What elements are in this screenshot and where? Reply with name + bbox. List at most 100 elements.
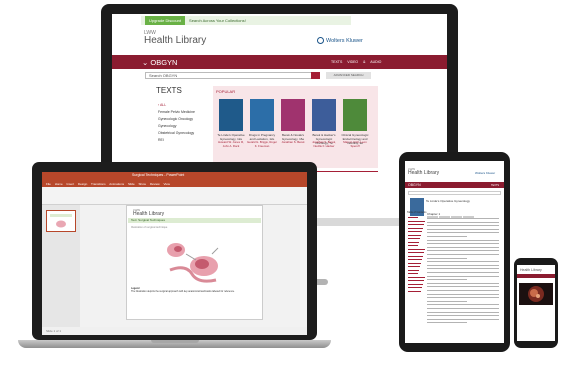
nav-texts[interactable]: TEXTS [331, 60, 342, 64]
section-title-text: OBGYN [150, 58, 178, 67]
tablet-toc-link[interactable] [408, 217, 418, 219]
tablet-toc-link[interactable] [408, 269, 419, 271]
tab-slide-show[interactable]: Slide Show [128, 182, 146, 186]
menu-item-gynecology[interactable]: Gynecology [158, 123, 195, 130]
tablet-text-line [427, 311, 499, 313]
category-menu: › ALL Female Pelvic Medicine Gynecologic… [158, 102, 195, 144]
tablet-toc-link[interactable] [408, 220, 425, 222]
tab-file[interactable]: File [46, 182, 51, 186]
search-input[interactable]: Search OBGYN [145, 72, 315, 79]
tablet-text-line [427, 315, 499, 317]
tablet-text-line [427, 239, 499, 241]
book-author-1: Howard W. Jones III, John A. Rock [218, 140, 244, 148]
tablet-text-line [427, 243, 499, 245]
tablet-toc-link[interactable] [408, 238, 420, 240]
tablet-toc-link[interactable] [408, 259, 422, 261]
section-title[interactable]: ⌄ OBGYN [142, 58, 177, 67]
tablet-book-tabs [427, 206, 487, 219]
phone-video-frame[interactable] [519, 283, 553, 305]
phone-site-logo[interactable]: Health Library [520, 268, 542, 272]
tablet-text-line [427, 300, 467, 302]
menu-item-label: ALL [159, 103, 167, 107]
tablet-toc-link[interactable] [408, 276, 425, 278]
tablet-screen: LWW Health Library Wolters Kluwer OBGYN … [405, 161, 504, 343]
search-button[interactable] [311, 72, 320, 84]
tablet-text-line [427, 264, 499, 266]
phone-section-bar [517, 274, 555, 278]
menu-item-obstetrical[interactable]: Obstetrical Gynecology [158, 130, 195, 137]
tablet-text-line [427, 261, 499, 263]
tablet-toc-link[interactable] [408, 273, 418, 275]
tablet-toc-link[interactable] [408, 287, 422, 289]
tablet-toc-link[interactable] [408, 227, 423, 229]
tab-review[interactable]: Review [150, 182, 160, 186]
book-cover-1[interactable] [219, 99, 243, 131]
book-cover-3[interactable] [281, 99, 305, 131]
tablet-book-title: Te Linde's Operative Gynecology [426, 199, 470, 203]
tablet-toc-link[interactable] [408, 252, 424, 254]
tablet-section-title[interactable]: OBGYN [408, 183, 421, 187]
slide-caption: Legend The illustration depicts the surg… [131, 287, 259, 293]
book-author-3: Jonathan S. Berek [281, 140, 305, 144]
menu-item-all[interactable]: › ALL [158, 102, 195, 109]
tablet-text-line [427, 254, 499, 255]
tablet-toc-link[interactable] [408, 290, 421, 292]
tablet-text-line [427, 225, 499, 227]
book-cover-2[interactable] [250, 99, 274, 131]
tablet-toc-link[interactable] [408, 248, 425, 250]
tablet-toc-link[interactable] [408, 266, 420, 268]
tablet-search-input[interactable] [408, 191, 501, 195]
tablet-text-line [427, 218, 499, 219]
advanced-search-button[interactable]: ADVANCED SEARCH [326, 72, 371, 79]
tablet-text-line [427, 322, 467, 324]
popular-label: POPULAR [216, 89, 236, 94]
search-icon [313, 79, 318, 84]
tab-view[interactable]: View [164, 182, 170, 186]
book-cover-5[interactable] [343, 99, 367, 131]
laptop-screen: Surgical Techniques - PowerPoint File Ho… [42, 172, 307, 335]
tab-home[interactable]: Home [55, 182, 63, 186]
tablet-text-line [427, 304, 499, 306]
laptop-notch [151, 340, 199, 343]
tablet-toc-link[interactable] [408, 234, 421, 236]
promo-banner[interactable]: Upgrade Discount Search Across Your Colle… [141, 16, 351, 25]
tablet-toc-label: Table of Contents [407, 211, 427, 214]
tablet-toc-link[interactable] [408, 280, 424, 282]
tab-design[interactable]: Design [78, 182, 87, 186]
tablet-nav-texts[interactable]: TEXTS [491, 184, 499, 187]
tablet-site-logo[interactable]: Health Library [408, 170, 439, 176]
tablet-text-line [427, 279, 467, 281]
section-nav: TEXTS VIDEO & AUDIO [331, 60, 381, 64]
tab-insert[interactable]: Insert [67, 182, 75, 186]
tablet-text-line [427, 290, 499, 291]
book-cover-4[interactable] [312, 99, 336, 131]
tablet-toc-link[interactable] [408, 283, 423, 285]
tablet-text-line [427, 293, 499, 295]
publisher-name: Wolters Kluwer [326, 37, 363, 44]
menu-item-rei[interactable]: REI [158, 137, 195, 144]
tablet-toc-link[interactable] [408, 245, 418, 247]
tablet-toc-link[interactable] [408, 231, 422, 233]
slide-thumbnail[interactable] [46, 210, 76, 232]
tablet-text-line [427, 268, 499, 270]
window-title: Surgical Techniques - PowerPoint [132, 173, 185, 177]
nav-video-audio[interactable]: VIDEO & AUDIO [347, 60, 381, 64]
menu-item-gyn-oncology[interactable]: Gynecologic Oncology [158, 116, 195, 123]
tablet-text-line [427, 275, 499, 277]
tab-animations[interactable]: Animations [109, 182, 124, 186]
tab-transitions[interactable]: Transitions [91, 182, 106, 186]
promo-text: Search Across Your Collections! [189, 18, 246, 23]
tablet-chapter-heading: Chapter 1 [427, 212, 441, 216]
tablet-toc-link[interactable] [408, 224, 424, 226]
tablet-text-line [427, 257, 467, 259]
caption-text: The illustration depicts the surgical ap… [131, 290, 235, 293]
tablet-toc-link[interactable] [408, 255, 423, 257]
ribbon-toolbar[interactable] [42, 187, 307, 205]
publisher-logo: Wolters Kluwer [317, 37, 363, 44]
tablet-text-line [427, 228, 499, 230]
tablet-toc-link[interactable] [408, 241, 419, 243]
endoscopy-image [528, 286, 544, 302]
tablet-toc-link[interactable] [408, 262, 421, 264]
site-logo[interactable]: Health Library [144, 35, 206, 46]
menu-item-female-pelvic[interactable]: Female Pelvic Medicine [158, 109, 195, 116]
